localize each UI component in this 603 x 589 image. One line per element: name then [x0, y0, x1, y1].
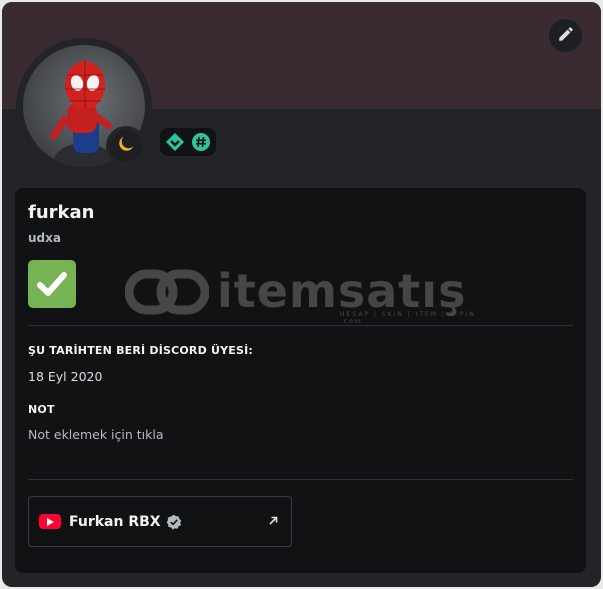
external-link-icon[interactable]: [267, 515, 279, 527]
window-frame: furkan udxa itemsatış HESAP | SKIN | ITE…: [0, 0, 603, 589]
divider: [28, 325, 573, 326]
watermark: itemsatış HESAP | SKIN | ITEM | E-PIN .c…: [125, 264, 485, 325]
display-name: furkan: [28, 202, 95, 223]
hashtag-badge-icon[interactable]: [191, 132, 211, 152]
youtube-icon: [39, 514, 61, 529]
profile-card: furkan udxa itemsatış HESAP | SKIN | ITE…: [2, 2, 601, 587]
white-check-mark-emoji: [28, 260, 76, 308]
moon-idle-icon: [115, 133, 137, 159]
avatar-ring: [16, 38, 152, 174]
chain-link-logo: [125, 269, 209, 315]
member-since-value: 18 Eyl 2020: [28, 369, 103, 384]
watermark-subtext: HESAP | SKIN | ITEM | E-PIN .com: [340, 311, 476, 325]
note-input[interactable]: Not eklemek için tıkla: [28, 427, 164, 442]
connection-item[interactable]: Furkan RBX: [28, 496, 292, 547]
watermark-text: itemsatış: [217, 264, 467, 318]
member-since-title: ŞU TARİHTEN BERİ DİSCORD ÜYESİ:: [28, 344, 253, 357]
note-title: NOT: [28, 403, 55, 416]
badge-list: [160, 128, 216, 156]
username[interactable]: udxa: [28, 231, 61, 245]
status-indicator: [106, 126, 146, 166]
verified-icon: [166, 514, 182, 530]
pencil-icon: [557, 25, 575, 47]
profile-body: furkan udxa itemsatış HESAP | SKIN | ITE…: [15, 188, 586, 573]
hypesquad-balance-icon[interactable]: [165, 132, 185, 152]
connection-name: Furkan RBX: [69, 513, 161, 530]
divider: [28, 479, 573, 480]
edit-profile-button[interactable]: [549, 19, 582, 52]
